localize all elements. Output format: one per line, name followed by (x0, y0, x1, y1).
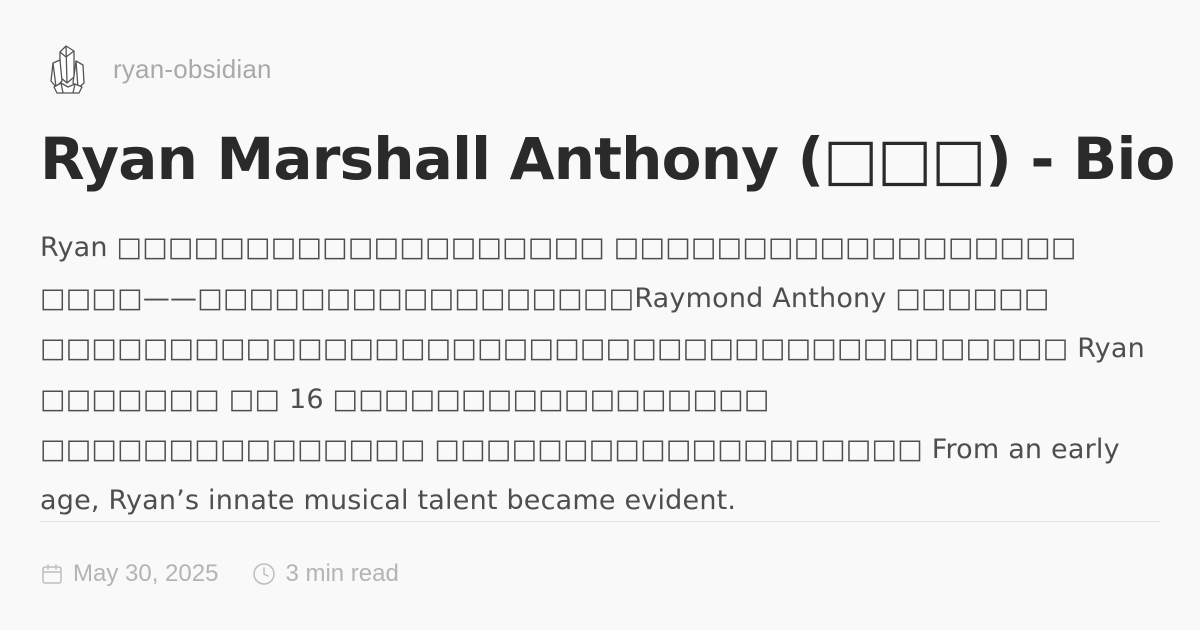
post-date-text: May 30, 2025 (73, 560, 219, 587)
post-excerpt: Ryan □□□□□□□□□□□□□□□□□□□ □□□□□□□□□□□□□□□… (40, 232, 1145, 516)
site-name[interactable]: ryan-obsidian (113, 54, 272, 85)
post-meta: May 30, 2025 3 min read (40, 557, 399, 591)
og-card: ryan-obsidian Ryan Marshall Anthony (□□□… (0, 0, 1200, 630)
calendar-icon (42, 564, 62, 584)
clock-icon (253, 563, 276, 585)
crystal-cluster-icon[interactable] (48, 42, 88, 96)
post-title: Ryan Marshall Anthony (□□□) - Bio (40, 125, 1175, 193)
divider (40, 521, 1160, 522)
post-read-time: 3 min read (252, 560, 399, 588)
post-date: May 30, 2025 (40, 560, 218, 588)
post-read-time-text: 3 min read (285, 560, 399, 587)
site-header[interactable]: ryan-obsidian (48, 42, 272, 96)
